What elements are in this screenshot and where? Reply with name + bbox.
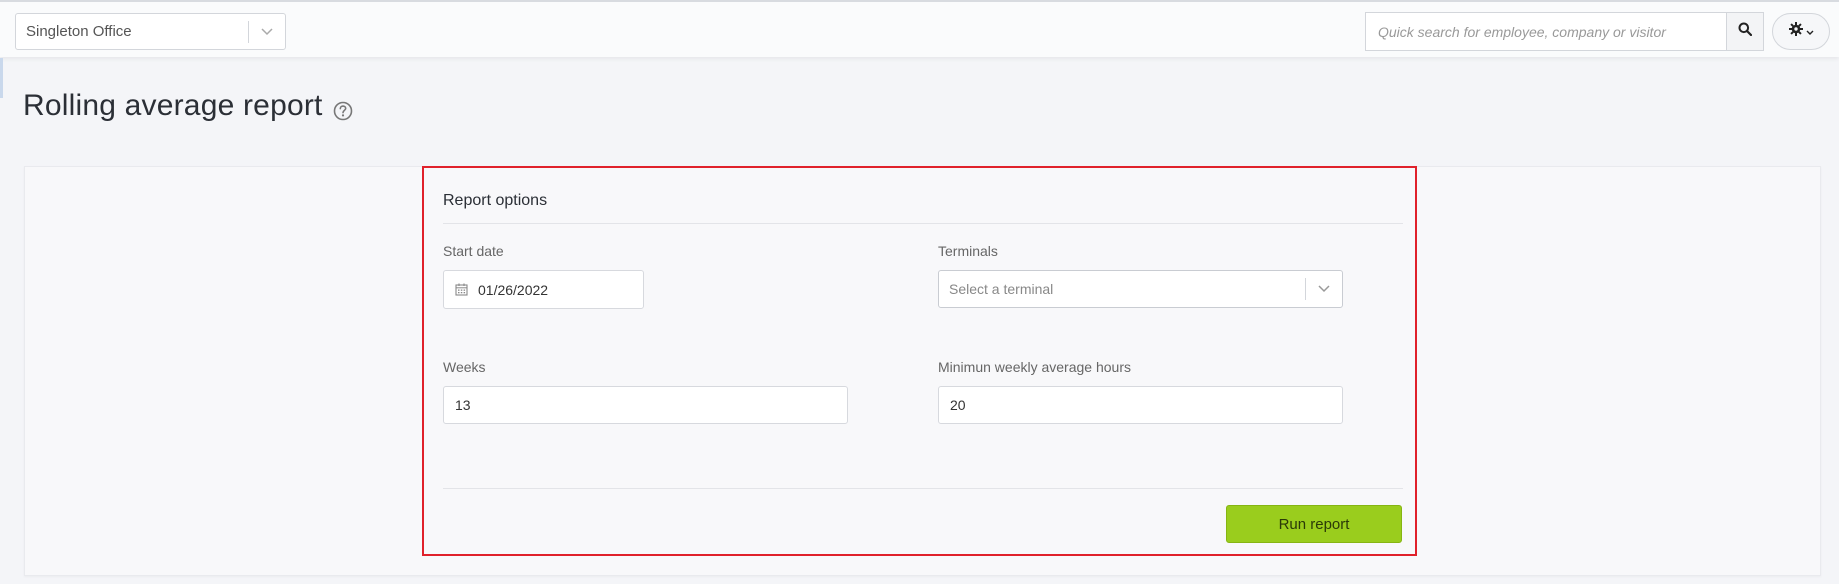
start-date-value: 01/26/2022 bbox=[478, 281, 549, 298]
terminal-select[interactable]: Select a terminal bbox=[938, 270, 1343, 308]
footer-divider bbox=[443, 488, 1403, 489]
min-hours-label: Minimun weekly average hours bbox=[938, 359, 1131, 375]
gear-icon bbox=[1788, 22, 1803, 41]
search-icon bbox=[1738, 22, 1753, 41]
top-bar: Singleton Office bbox=[0, 0, 1839, 57]
search-button[interactable] bbox=[1726, 13, 1763, 50]
calendar-icon bbox=[444, 283, 478, 296]
weeks-label: Weeks bbox=[443, 359, 486, 375]
search-input[interactable] bbox=[1366, 13, 1726, 50]
min-hours-input[interactable]: 20 bbox=[938, 386, 1343, 424]
caret-down-icon bbox=[1806, 23, 1814, 41]
run-report-button[interactable]: Run report bbox=[1226, 505, 1402, 543]
settings-menu-button[interactable] bbox=[1772, 13, 1830, 50]
report-options-title: Report options bbox=[443, 192, 548, 209]
help-icon[interactable] bbox=[333, 101, 353, 126]
terminals-label: Terminals bbox=[938, 243, 998, 259]
chevron-down-icon[interactable] bbox=[249, 25, 285, 39]
start-date-input[interactable]: 01/26/2022 bbox=[443, 270, 644, 309]
page-title: Rolling average report bbox=[23, 89, 323, 122]
section-divider bbox=[443, 223, 1403, 224]
office-select-value: Singleton Office bbox=[26, 23, 132, 40]
start-date-label: Start date bbox=[443, 243, 504, 259]
terminal-select-placeholder: Select a terminal bbox=[949, 281, 1054, 297]
office-select[interactable]: Singleton Office bbox=[15, 13, 286, 50]
weeks-input[interactable]: 13 bbox=[443, 386, 848, 424]
report-options-highlight bbox=[422, 166, 1417, 556]
left-accent-bar bbox=[0, 58, 3, 98]
quick-search bbox=[1365, 12, 1764, 51]
chevron-down-icon[interactable] bbox=[1306, 280, 1342, 298]
